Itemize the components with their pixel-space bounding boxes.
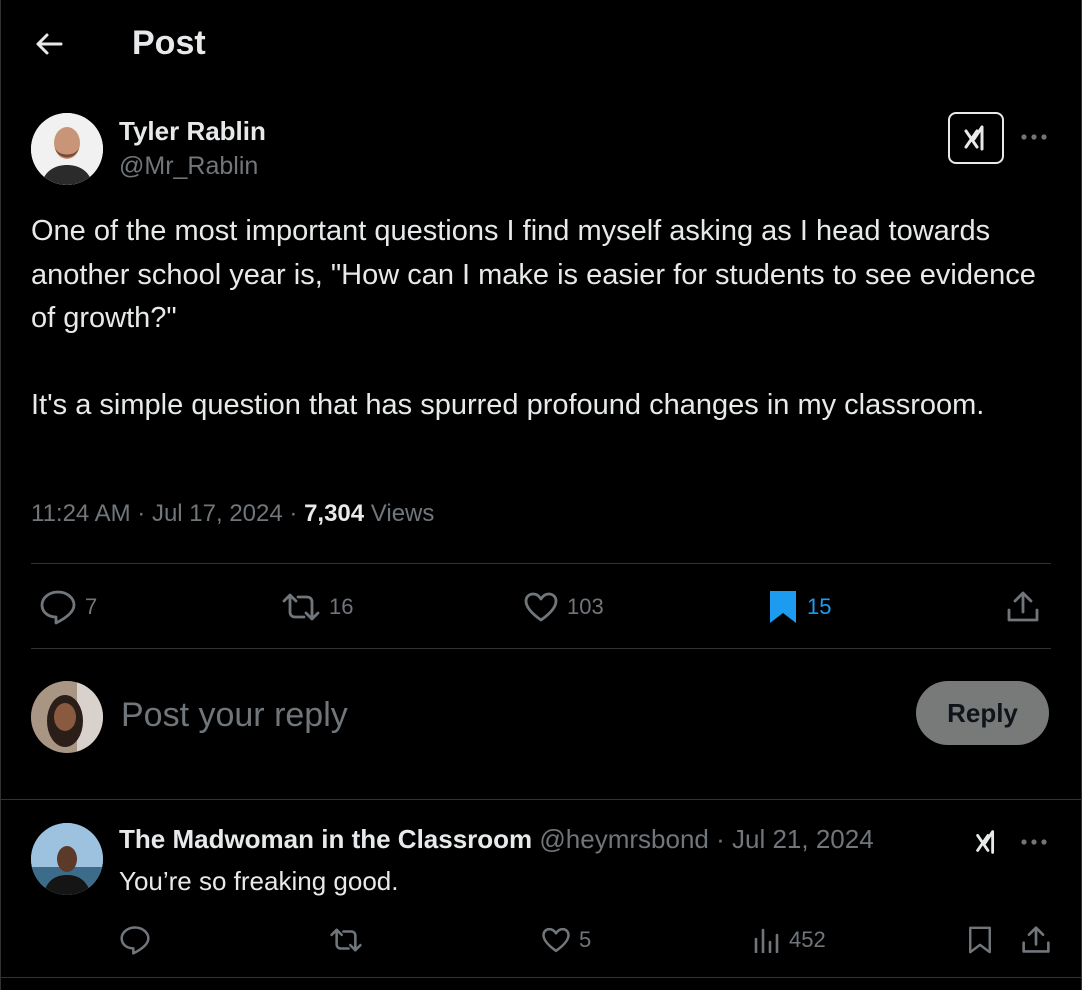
like-action[interactable]: 103 <box>523 585 604 629</box>
reply-header: The Madwoman in the Classroom @heymrsbon… <box>119 824 874 855</box>
meta-separator: · <box>130 500 152 527</box>
author-handle[interactable]: @Mr_Rablin <box>119 152 258 181</box>
grok-button[interactable] <box>948 112 1004 164</box>
reply-share-action[interactable] <box>1021 920 1051 960</box>
post-meta: 11:24 AM · Jul 17, 2024 · 7,304 Views <box>31 500 434 528</box>
reply-count: 7 <box>85 594 98 619</box>
divider <box>31 563 1051 564</box>
post-body: One of the most important questions I fi… <box>31 215 1036 421</box>
current-user-avatar[interactable] <box>31 681 103 753</box>
more-options-button[interactable] <box>1016 125 1052 149</box>
speech-bubble-icon <box>39 589 77 625</box>
reply-author-avatar[interactable] <box>31 823 103 895</box>
bookmark-icon <box>967 925 993 955</box>
page-header: Post <box>1 0 1081 88</box>
reply-like-count: 5 <box>579 927 592 952</box>
post-detail-page: Post Tyler Rablin @Mr_Rablin One of the … <box>0 0 1082 990</box>
reply-views-count: 452 <box>789 927 826 952</box>
repost-icon <box>281 592 321 622</box>
bookmark-icon <box>767 589 799 625</box>
more-horizontal-icon <box>1020 838 1048 846</box>
author-avatar[interactable] <box>31 113 103 185</box>
views-label: Views <box>370 500 435 527</box>
views-count: 7,304 <box>304 500 365 527</box>
heart-icon <box>523 591 559 623</box>
share-icon <box>1006 590 1040 624</box>
page-title: Post <box>132 24 206 62</box>
share-icon <box>1021 925 1051 955</box>
section-divider <box>1 977 1082 978</box>
bar-chart-icon <box>753 927 781 953</box>
reply-reply-action[interactable] <box>119 920 151 960</box>
reply-like-action[interactable]: 5 <box>541 920 591 960</box>
author-name[interactable]: Tyler Rablin <box>119 116 266 147</box>
reply-views-action[interactable]: 452 <box>753 920 826 960</box>
reply-button[interactable]: Reply <box>916 681 1049 745</box>
reply-date[interactable]: Jul 21, 2024 <box>732 824 874 854</box>
repost-action[interactable]: 16 <box>281 585 353 629</box>
reply-input[interactable] <box>121 690 891 740</box>
reply-more-options-button[interactable] <box>1016 830 1052 854</box>
heart-icon <box>541 926 571 954</box>
back-button[interactable] <box>31 26 67 62</box>
repost-icon <box>329 927 363 953</box>
meta-separator: · <box>282 500 305 527</box>
section-divider <box>1 799 1082 800</box>
bookmark-action[interactable]: 15 <box>767 585 831 629</box>
bookmark-count: 15 <box>807 594 832 619</box>
reply-separator: · <box>708 824 732 854</box>
arrow-left-icon <box>35 32 63 56</box>
post-date[interactable]: Jul 17, 2024 <box>152 500 283 527</box>
post-time[interactable]: 11:24 AM <box>31 500 131 527</box>
repost-count: 16 <box>329 594 354 619</box>
more-horizontal-icon <box>1020 133 1048 141</box>
reply-action[interactable]: 7 <box>39 585 97 629</box>
divider <box>31 648 1051 649</box>
reply-body: You’re so freaking good. <box>119 866 399 896</box>
reply-author-handle[interactable]: @heymrsbond <box>539 824 708 854</box>
speech-bubble-icon <box>119 925 151 955</box>
share-action[interactable] <box>1006 585 1040 629</box>
like-count: 103 <box>567 594 604 619</box>
grok-icon <box>960 122 992 154</box>
reply-author-name[interactable]: The Madwoman in the Classroom <box>119 824 532 854</box>
reply-grok-button[interactable] <box>969 826 1005 858</box>
reply-bookmark-action[interactable] <box>967 920 993 960</box>
reply-repost-action[interactable] <box>329 920 363 960</box>
grok-icon <box>972 827 1002 857</box>
